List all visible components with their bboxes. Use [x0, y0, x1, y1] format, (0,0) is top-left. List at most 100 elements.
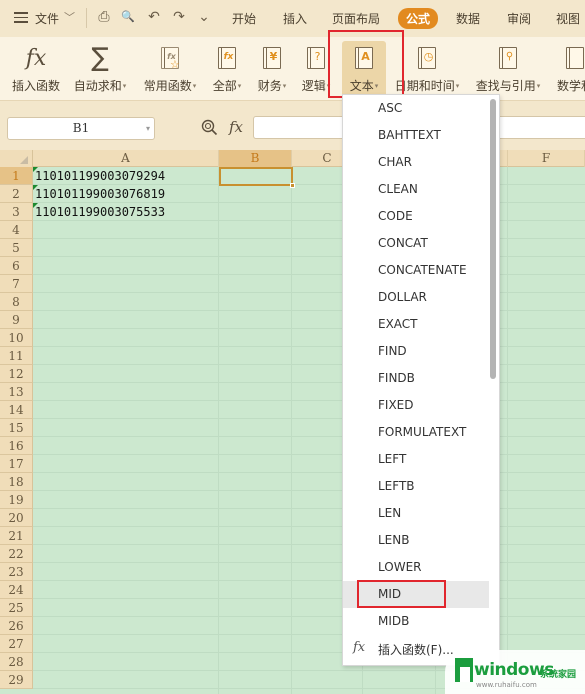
label-text: 日期和时间 [394, 79, 455, 93]
function-item-findb[interactable]: FINDB [343, 365, 489, 392]
function-item-concatenate[interactable]: CONCATENATE [343, 257, 489, 284]
row-header-11[interactable]: 11 [0, 347, 33, 365]
function-item-concat[interactable]: CONCAT [343, 230, 489, 257]
row-header-27[interactable]: 27 [0, 635, 33, 653]
function-item-clean[interactable]: CLEAN [343, 176, 489, 203]
function-item-mid[interactable]: MID [343, 581, 489, 608]
function-item-find[interactable]: FIND [343, 338, 489, 365]
cell-A3[interactable]: 110101199003075533 [35, 203, 165, 221]
tab-3[interactable]: 公式 [398, 8, 439, 29]
row-header-2[interactable]: 2 [0, 185, 33, 203]
row-header-29[interactable]: 29 [0, 671, 33, 689]
tab-4[interactable]: 数据 [456, 10, 480, 27]
row-header-23[interactable]: 23 [0, 563, 33, 581]
ribbon-button-sigma[interactable]: ∑ 自动求和▾ [70, 41, 130, 97]
row-header-24[interactable]: 24 [0, 581, 33, 599]
row-header-20[interactable]: 20 [0, 509, 33, 527]
hamburger-menu-icon[interactable] [14, 12, 28, 23]
row-header-25[interactable]: 25 [0, 599, 33, 617]
file-menu[interactable]: 文件 [35, 10, 59, 27]
ribbon-button-question-book[interactable]: ? 逻辑▾ [298, 41, 334, 97]
row-header-4[interactable]: 4 [0, 221, 33, 239]
tab-5[interactable]: 审阅 [507, 10, 531, 27]
row-header-19[interactable]: 19 [0, 491, 33, 509]
ribbon-button-yen-book[interactable]: ¥ 财务▾ [253, 41, 291, 97]
gridline [33, 436, 585, 437]
function-item-formulatext[interactable]: FORMULATEXT [343, 419, 489, 446]
function-item-lenb[interactable]: LENB [343, 527, 489, 554]
dropdown-scrollbar[interactable] [490, 99, 496, 379]
search-book-icon: ⚲ [495, 44, 521, 72]
function-item-leftb[interactable]: LEFTB [343, 473, 489, 500]
redo-icon[interactable]: ↷ [171, 9, 187, 25]
function-item-midb[interactable]: MIDB [343, 608, 489, 635]
function-item-len[interactable]: LEN [343, 500, 489, 527]
row-header-26[interactable]: 26 [0, 617, 33, 635]
row-header-8[interactable]: 8 [0, 293, 33, 311]
row-header-5[interactable]: 5 [0, 239, 33, 257]
ribbon-button-clock-book[interactable]: ◷ 日期和时间▾ [390, 41, 464, 97]
column-header-F[interactable]: F [508, 150, 585, 167]
row-header-9[interactable]: 9 [0, 311, 33, 329]
ribbon-button-a-book[interactable]: A 文本▾ [342, 41, 386, 97]
row-header-14[interactable]: 14 [0, 401, 33, 419]
row-header-10[interactable]: 10 [0, 329, 33, 347]
select-all-corner[interactable] [0, 150, 33, 167]
function-item-code[interactable]: CODE [343, 203, 489, 230]
row-header-12[interactable]: 12 [0, 365, 33, 383]
cell-A2[interactable]: 110101199003076819 [35, 185, 165, 203]
row-header-21[interactable]: 21 [0, 527, 33, 545]
function-item-asc[interactable]: ASC [343, 95, 489, 122]
row-header-17[interactable]: 17 [0, 455, 33, 473]
tab-2[interactable]: 页面布局 [332, 10, 380, 27]
fill-handle[interactable] [290, 183, 295, 188]
gridline [33, 274, 585, 275]
ribbon-button-search-book[interactable]: ⚲ 查找与引用▾ [470, 41, 546, 97]
caret-down-icon: ▾ [192, 82, 197, 90]
ribbon-button-math-book[interactable]: 数学和 [550, 41, 585, 97]
row-header-6[interactable]: 6 [0, 257, 33, 275]
fx-icon[interactable]: fx [229, 118, 243, 136]
row-header-18[interactable]: 18 [0, 473, 33, 491]
zoom-formula-icon[interactable] [201, 119, 218, 136]
function-item-dollar[interactable]: DOLLAR [343, 284, 489, 311]
star-fx-icon: fx ☆ [157, 44, 183, 72]
gridline [218, 167, 219, 694]
cell-A1[interactable]: 110101199003079294 [35, 167, 165, 185]
print-preview-icon[interactable]: 🔍 [120, 9, 136, 25]
gridline [33, 490, 585, 491]
row-header-7[interactable]: 7 [0, 275, 33, 293]
name-box[interactable]: B1 ▾ [7, 117, 155, 140]
chevron-down-icon[interactable]: ﹀ [64, 9, 75, 25]
row-header-1[interactable]: 1 [0, 167, 33, 185]
function-item-left[interactable]: LEFT [343, 446, 489, 473]
column-header-B[interactable]: B [219, 150, 292, 167]
tab-0[interactable]: 开始 [232, 10, 256, 27]
ribbon-button-fx[interactable]: fx 插入函数 [8, 41, 64, 97]
tab-1[interactable]: 插入 [283, 10, 307, 27]
row-header-15[interactable]: 15 [0, 419, 33, 437]
ribbon-button-fx-book[interactable]: fx 全部▾ [208, 41, 246, 97]
function-item-bahttext[interactable]: BAHTTEXT [343, 122, 489, 149]
selected-cell-b1[interactable] [219, 167, 295, 188]
chevron-down-icon[interactable]: ▾ [146, 118, 150, 139]
insert-function-menu-item[interactable]: 插入函数(F)... [378, 641, 454, 658]
row-header-16[interactable]: 16 [0, 437, 33, 455]
label-text: 数学和 [556, 79, 585, 93]
label-text: 查找与引用 [475, 79, 536, 93]
function-item-fixed[interactable]: FIXED [343, 392, 489, 419]
row-header-13[interactable]: 13 [0, 383, 33, 401]
tab-6[interactable]: 视图 [556, 10, 580, 27]
function-item-lower[interactable]: LOWER [343, 554, 489, 581]
customize-icon[interactable]: ⌄ [196, 9, 212, 25]
print-icon[interactable]: ⎙ [96, 9, 112, 25]
function-item-char[interactable]: CHAR [343, 149, 489, 176]
ribbon-button-label: 全部▾ [208, 77, 246, 94]
row-header-28[interactable]: 28 [0, 653, 33, 671]
undo-icon[interactable]: ↶ [146, 9, 162, 25]
row-header-3[interactable]: 3 [0, 203, 33, 221]
function-item-exact[interactable]: EXACT [343, 311, 489, 338]
column-header-A[interactable]: A [33, 150, 219, 167]
row-header-22[interactable]: 22 [0, 545, 33, 563]
ribbon-button-star-fx[interactable]: fx ☆ 常用函数▾ [138, 41, 202, 97]
